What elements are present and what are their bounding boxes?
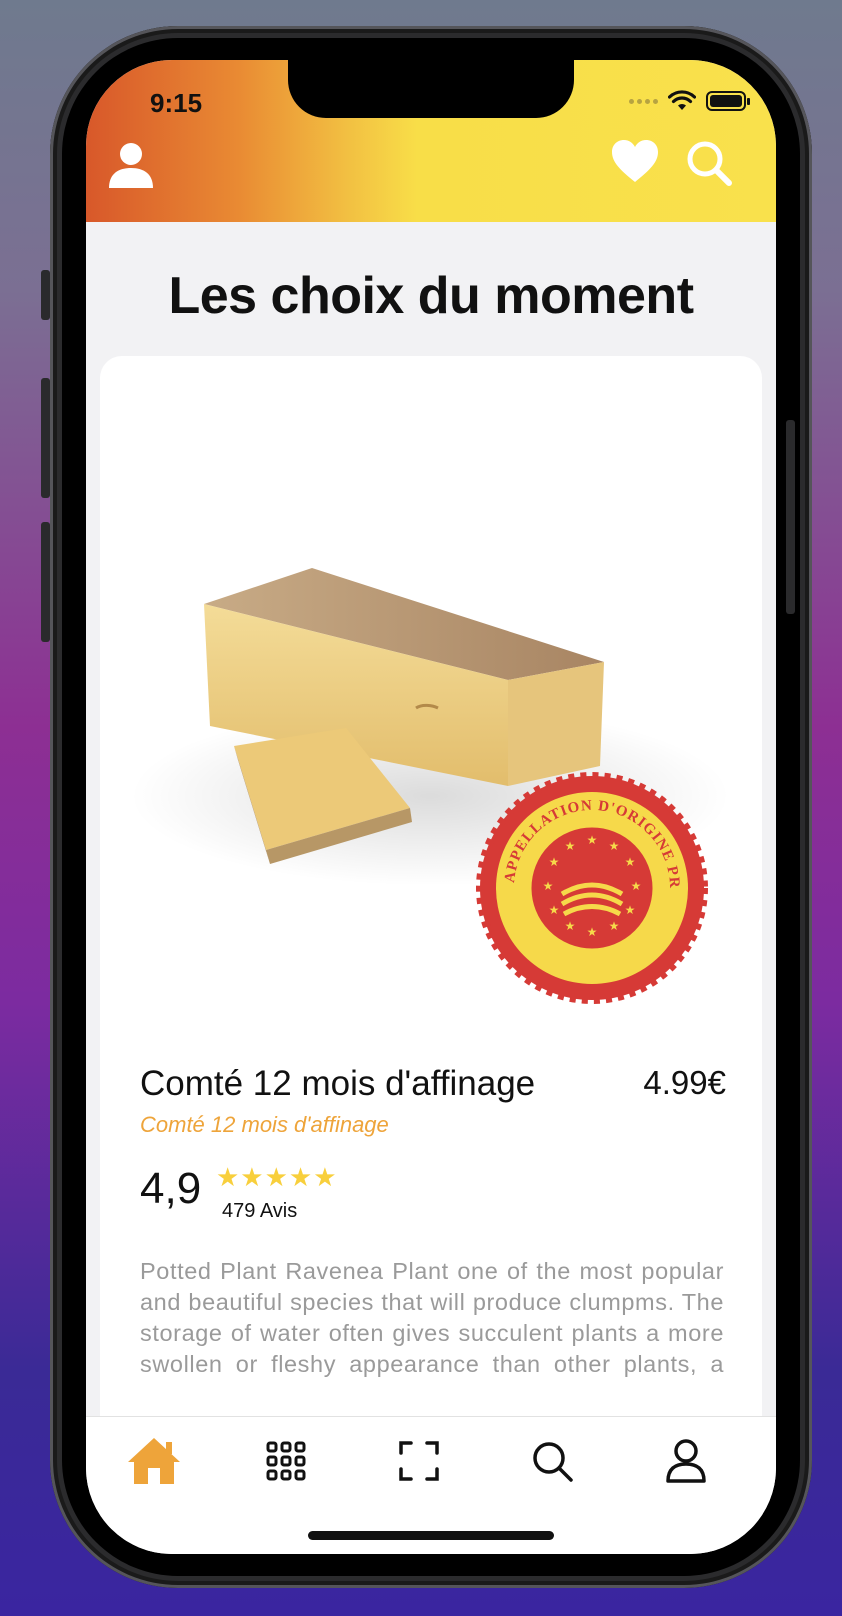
- mute-switch: [41, 270, 50, 320]
- svg-text:★: ★: [549, 903, 560, 917]
- svg-text:★: ★: [543, 879, 554, 893]
- bottom-tab-bar: [86, 1416, 776, 1554]
- grid-icon: [266, 1441, 306, 1481]
- rating-value: 4,9: [140, 1164, 202, 1213]
- tab-home[interactable]: [124, 1431, 184, 1491]
- battery-icon: [706, 91, 750, 111]
- home-indicator[interactable]: [308, 1531, 554, 1540]
- product-card[interactable]: ★ ★ ★ ★ ★ ★ ★ ★ ★ ★ ★ ★ APPELLATION D'ORIGINE PR…: [100, 356, 762, 1476]
- device-notch: [288, 60, 574, 118]
- search-header-button[interactable]: [684, 138, 734, 193]
- product-description: Potted Plant Ravenea Plant one of the mo…: [140, 1258, 724, 1377]
- signal-icon: [629, 98, 658, 104]
- volume-down-button: [41, 522, 50, 642]
- volume-up-button: [41, 378, 50, 498]
- home-icon: [128, 1438, 180, 1484]
- page-title: Les choix du moment: [168, 267, 694, 325]
- svg-text:★: ★: [609, 839, 620, 853]
- power-button: [786, 420, 795, 614]
- review-count[interactable]: 479 Avis: [222, 1200, 297, 1223]
- svg-text:★: ★: [587, 925, 598, 939]
- svg-text:★: ★: [587, 833, 598, 847]
- person-icon: [109, 143, 153, 188]
- svg-text:★: ★: [549, 855, 560, 869]
- tab-scan[interactable]: [389, 1431, 449, 1491]
- app-screen: 9:15 Les choix du moment ★ ★ ★ ★ ★ ★ ★ ★…: [86, 60, 776, 1554]
- person-icon: [666, 1439, 706, 1483]
- svg-text:★: ★: [609, 919, 620, 933]
- status-icons: [629, 90, 750, 112]
- product-price: 4.99€: [643, 1064, 726, 1101]
- product-image[interactable]: ★ ★★ ★★★ ★★★ ★★★ APPELLATION D'ORIGINE PR…: [100, 356, 762, 1036]
- rating-stars: ★★★★★: [216, 1162, 338, 1192]
- tab-search[interactable]: [522, 1431, 582, 1491]
- search-icon: [533, 1442, 573, 1482]
- heart-icon: [612, 140, 658, 182]
- aop-badge-icon: ★ ★★ ★★★ ★★★ ★★★ APPELLATION D'ORIGINE PR…: [476, 772, 708, 1004]
- tab-categories[interactable]: [256, 1431, 316, 1491]
- profile-header-button[interactable]: [106, 140, 156, 195]
- scan-icon: [399, 1441, 439, 1481]
- status-time: 9:15: [150, 88, 203, 118]
- svg-text:★: ★: [625, 903, 636, 917]
- product-subtitle: Comté 12 mois d'affinage: [140, 1112, 389, 1137]
- tab-profile[interactable]: [656, 1431, 716, 1491]
- wifi-icon: [668, 90, 696, 110]
- svg-text:★: ★: [565, 839, 576, 853]
- svg-text:★: ★: [631, 879, 642, 893]
- search-icon: [687, 141, 732, 186]
- favorites-header-button[interactable]: [610, 138, 660, 189]
- product-name: Comté 12 mois d'affinage: [140, 1064, 536, 1103]
- svg-text:★: ★: [625, 855, 636, 869]
- svg-text:★: ★: [565, 919, 576, 933]
